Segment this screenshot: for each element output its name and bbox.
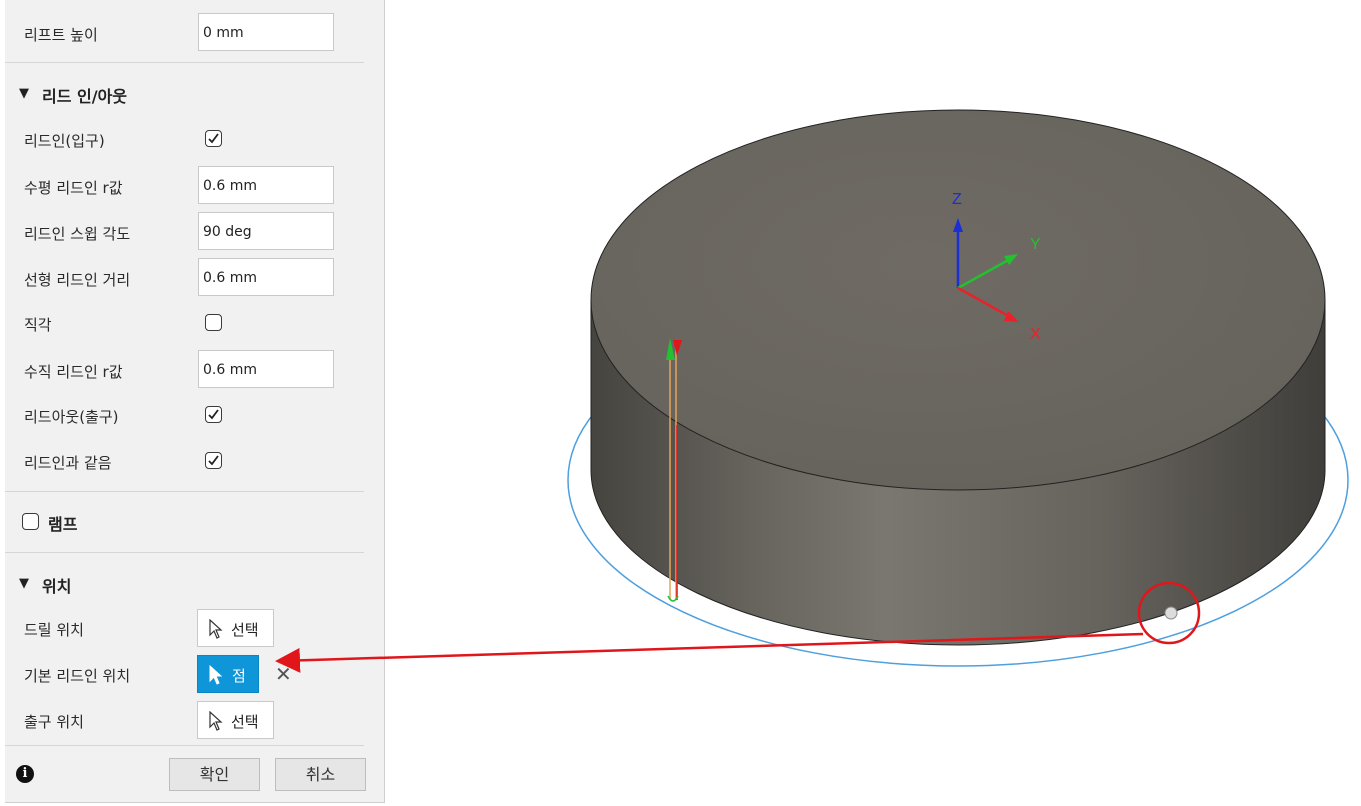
divider — [5, 491, 364, 492]
section-header-ramp[interactable]: 램프 — [5, 502, 384, 542]
exit-position-row: 출구 위치 선택 — [5, 699, 384, 741]
y-axis-arrow-icon — [1004, 254, 1018, 265]
x-axis-label: X — [1030, 326, 1041, 343]
cancel-button[interactable]: 취소 — [275, 758, 366, 791]
vertical-lead-in-radius-input[interactable]: 0.6 mm — [198, 350, 334, 388]
lead-out-row: 리드아웃(출구) — [5, 394, 384, 436]
ramp-checkbox[interactable] — [22, 513, 39, 530]
red-arrow-icon — [673, 340, 682, 356]
cursor-arrow-icon — [208, 710, 224, 735]
lead-hook — [667, 595, 679, 602]
lead-in-point[interactable] — [1164, 606, 1178, 620]
exit-position-select-button[interactable]: 선택 — [197, 701, 274, 739]
same-as-lead-in-label: 리드인과 같음 — [24, 454, 112, 472]
default-lead-in-position-row: 기본 리드인 위치 점 ✕ — [5, 653, 384, 695]
section-title-positions: 위치 — [42, 577, 72, 596]
lead-in-sweep-angle-label: 리드인 스윕 각도 — [24, 225, 131, 243]
highlight-circle — [1137, 581, 1201, 645]
lead-out-checkbox[interactable] — [205, 406, 222, 423]
collapse-triangle-icon[interactable]: ▼ — [19, 576, 29, 591]
drill-position-row: 드릴 위치 선택 — [5, 607, 384, 649]
cylinder-top-face — [590, 109, 1326, 491]
select-button-label: 선택 — [231, 621, 259, 639]
lead-in-label: 리드인(입구) — [24, 132, 105, 150]
lead-in-sweep-angle-input[interactable]: 90 deg — [198, 212, 334, 250]
horizontal-lead-in-radius-label: 수평 리드인 r값 — [24, 179, 123, 197]
cursor-arrow-icon — [208, 664, 224, 689]
linear-lead-in-distance-row: 선형 리드인 거리 0.6 mm — [5, 257, 384, 299]
z-axis-arrow-icon — [953, 218, 963, 232]
lead-settings-panel: 리프트 높이 0 mm ▼ 리드 인/아웃 리드인(입구) 수평 리드인 r값 … — [5, 0, 385, 803]
cursor-arrow-icon — [208, 618, 224, 643]
section-title-leads: 리드 인/아웃 — [42, 87, 128, 106]
lift-height-label: 리프트 높이 — [24, 26, 98, 44]
x-axis-arrow-icon — [1004, 311, 1019, 322]
vertical-lead-in-radius-row: 수직 리드인 r값 0.6 mm — [5, 349, 384, 391]
section-header-leads[interactable]: ▼ 리드 인/아웃 — [5, 74, 384, 114]
section-header-positions[interactable]: ▼ 위치 — [5, 564, 384, 604]
clear-selection-close-icon[interactable]: ✕ — [275, 662, 292, 686]
point-button-label: 점 — [232, 667, 246, 685]
y-axis-label: Y — [1030, 236, 1041, 253]
lift-height-input[interactable]: 0 mm — [198, 13, 334, 51]
perpendicular-checkbox[interactable] — [205, 314, 222, 331]
section-title-ramp: 램프 — [48, 515, 78, 534]
default-lead-in-position-label: 기본 리드인 위치 — [24, 667, 131, 685]
divider — [5, 552, 364, 553]
perpendicular-label: 직각 — [24, 316, 52, 334]
lead-in-row: 리드인(입구) — [5, 118, 384, 160]
lift-height-row: 리프트 높이 0 mm — [5, 12, 384, 54]
drill-position-select-button[interactable]: 선택 — [197, 609, 274, 647]
cylinder-side-face — [590, 299, 1326, 646]
default-lead-in-point-button[interactable]: 점 — [197, 655, 259, 693]
annotation-arrow — [275, 632, 1144, 673]
drill-position-label: 드릴 위치 — [24, 621, 84, 639]
vertical-lead-in-radius-label: 수직 리드인 r값 — [24, 363, 123, 381]
collapse-triangle-icon[interactable]: ▼ — [19, 86, 29, 101]
same-as-lead-in-checkbox[interactable] — [205, 452, 222, 469]
divider — [5, 745, 364, 746]
x-axis — [957, 286, 1013, 320]
linear-lead-in-distance-input[interactable]: 0.6 mm — [198, 258, 334, 296]
ok-button[interactable]: 확인 — [169, 758, 260, 791]
select-button-label: 선택 — [231, 713, 259, 731]
info-icon[interactable]: i — [16, 765, 34, 783]
green-arrow-icon — [666, 338, 675, 360]
linear-lead-in-distance-label: 선형 리드인 거리 — [24, 271, 131, 289]
divider — [5, 62, 364, 63]
toolpath-outline — [567, 293, 1349, 667]
lead-in-sweep-angle-row: 리드인 스윕 각도 90 deg — [5, 211, 384, 253]
z-axis-label: Z — [952, 191, 962, 208]
lead-in-checkbox[interactable] — [205, 130, 222, 147]
y-axis — [957, 256, 1013, 290]
perpendicular-row: 직각 — [5, 302, 384, 344]
same-as-lead-in-row: 리드인과 같음 — [5, 440, 384, 482]
exit-position-label: 출구 위치 — [24, 713, 84, 731]
horizontal-lead-in-radius-input[interactable]: 0.6 mm — [198, 166, 334, 204]
axis-triad: Z Y X — [952, 191, 1041, 343]
horizontal-lead-in-radius-row: 수평 리드인 r값 0.6 mm — [5, 165, 384, 207]
lead-out-label: 리드아웃(출구) — [24, 408, 119, 426]
